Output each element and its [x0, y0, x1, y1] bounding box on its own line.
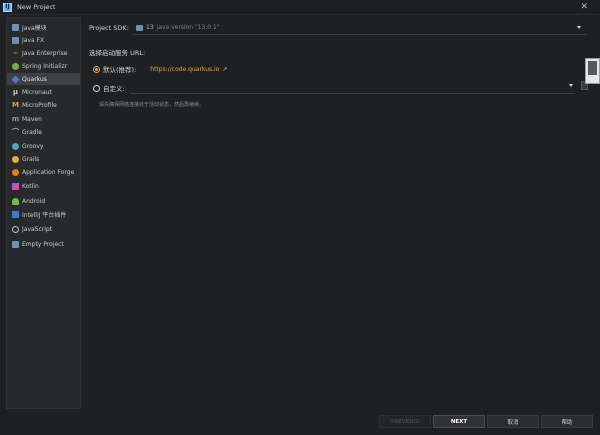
- project-type-sidebar: Java模块 Java FX ☕ Java Enterprise Spring …: [6, 17, 81, 409]
- close-icon[interactable]: ✕: [580, 2, 588, 12]
- server-url-heading: 选择启动服务 URL:: [89, 49, 146, 57]
- dialog-footer: PREVIOUS NEXT 取消 帮助: [0, 409, 600, 435]
- logo-text: IJ: [5, 3, 10, 10]
- sidebar-item-label: Maven: [22, 115, 42, 123]
- folder-icon: [12, 23, 19, 31]
- sidebar-item-label: Grails: [22, 155, 40, 163]
- sidebar-item-label: Android: [22, 197, 46, 205]
- sidebar-item-java-enterprise[interactable]: ☕ Java Enterprise: [7, 47, 80, 59]
- sidebar-item-label: MicroProfile: [22, 101, 57, 109]
- quarkus-settings-panel: Project SDK: 13 java version "13.0.1" 选择…: [89, 17, 594, 409]
- default-url-option[interactable]: 默认(推荐): https://code.quarkus.io ↗: [93, 64, 227, 74]
- sidebar-item-intellij-plugin[interactable]: IntelliJ 平台插件: [7, 208, 80, 220]
- help-button[interactable]: 帮助: [541, 415, 593, 428]
- floating-widget-icon[interactable]: [585, 58, 600, 84]
- sidebar-item-java-module[interactable]: Java模块: [7, 21, 80, 33]
- sidebar-item-label: Empty Project: [22, 240, 64, 248]
- sidebar-item-quarkus[interactable]: Quarkus: [7, 73, 80, 85]
- chevron-down-icon[interactable]: [577, 26, 581, 29]
- grails-icon: [12, 155, 19, 163]
- sidebar-item-label: Java FX: [22, 36, 45, 44]
- maven-icon: m: [11, 114, 20, 123]
- sidebar-item-grails[interactable]: Grails: [7, 153, 80, 165]
- network-hint: 请先确保网络连接处于活动状态，然后再继续。: [99, 102, 205, 108]
- sidebar-item-label: Java Enterprise: [22, 49, 68, 57]
- sidebar-item-label: Gradle: [22, 128, 42, 136]
- sdk-version: java version "13.0.1": [156, 24, 220, 31]
- widget-preview: [588, 61, 597, 75]
- custom-url-option[interactable]: 自定义:: [93, 83, 125, 93]
- custom-url-label: 自定义:: [103, 85, 125, 93]
- folder-icon: [12, 240, 19, 248]
- default-url-link[interactable]: https://code.quarkus.io: [150, 66, 219, 73]
- sidebar-item-groovy[interactable]: Groovy: [7, 140, 80, 152]
- folder-icon: [12, 36, 19, 44]
- sidebar-item-application-forge[interactable]: Application Forge: [7, 166, 80, 178]
- java-icon: ☕: [12, 49, 19, 56]
- window-title: New Project: [17, 3, 56, 11]
- sidebar-item-label: Micronaut: [22, 88, 52, 96]
- intellij-logo-icon: IJ: [3, 2, 12, 12]
- sdk-label: Project SDK:: [89, 24, 129, 32]
- default-url-radio[interactable]: [93, 65, 100, 73]
- micronaut-icon: μ: [12, 87, 19, 96]
- sidebar-item-label: Spring Initializr: [22, 62, 68, 70]
- title-bar: IJ New Project ✕: [0, 0, 600, 15]
- groovy-icon: [12, 142, 19, 150]
- default-url-label: 默认(推荐):: [103, 66, 137, 74]
- sidebar-item-gradle[interactable]: ⌒ Gradle: [7, 126, 80, 138]
- sdk-name: 13: [146, 24, 154, 31]
- custom-url-dropdown[interactable]: [565, 80, 575, 92]
- sidebar-item-micronaut[interactable]: μ Micronaut: [7, 86, 80, 98]
- microprofile-icon: M: [12, 100, 19, 109]
- sidebar-item-java-fx[interactable]: Java FX: [7, 34, 80, 46]
- sidebar-item-label: Kotlin: [22, 182, 39, 190]
- sidebar-item-label: Application Forge: [22, 168, 75, 176]
- sidebar-item-label: Quarkus: [22, 75, 47, 83]
- sidebar-item-javascript[interactable]: JavaScript: [7, 223, 80, 235]
- sdk-dropdown[interactable]: 13 java version "13.0.1": [132, 21, 587, 35]
- cancel-button[interactable]: 取消: [487, 415, 539, 428]
- chevron-down-icon[interactable]: [569, 84, 573, 87]
- custom-url-input[interactable]: [130, 80, 575, 94]
- gradle-icon: ⌒: [12, 127, 19, 136]
- sidebar-item-android[interactable]: Android: [7, 195, 80, 207]
- sidebar-item-microprofile[interactable]: M MicroProfile: [7, 99, 80, 111]
- forge-icon: [12, 168, 19, 176]
- sidebar-item-spring-initializr[interactable]: Spring Initializr: [7, 60, 80, 72]
- previous-button[interactable]: PREVIOUS: [379, 415, 431, 428]
- next-button[interactable]: NEXT: [433, 415, 485, 428]
- sidebar-item-empty-project[interactable]: Empty Project: [7, 238, 80, 250]
- sidebar-item-maven[interactable]: m Maven: [7, 113, 80, 125]
- sidebar-item-label: IntelliJ 平台插件: [22, 211, 67, 219]
- custom-url-radio[interactable]: [93, 84, 100, 92]
- intellij-icon: [12, 210, 19, 218]
- javascript-icon: [12, 225, 19, 233]
- spring-icon: [12, 62, 19, 70]
- sidebar-item-label: JavaScript: [22, 225, 53, 233]
- external-link-icon[interactable]: ↗: [222, 66, 227, 73]
- quarkus-icon: [11, 75, 20, 83]
- sidebar-item-label: Groovy: [22, 142, 44, 150]
- sidebar-item-label: Java模块: [22, 24, 47, 32]
- sdk-folder-icon: [136, 24, 143, 31]
- android-icon: [12, 197, 19, 205]
- sidebar-item-kotlin[interactable]: Kotlin: [7, 180, 80, 192]
- kotlin-icon: [12, 182, 19, 190]
